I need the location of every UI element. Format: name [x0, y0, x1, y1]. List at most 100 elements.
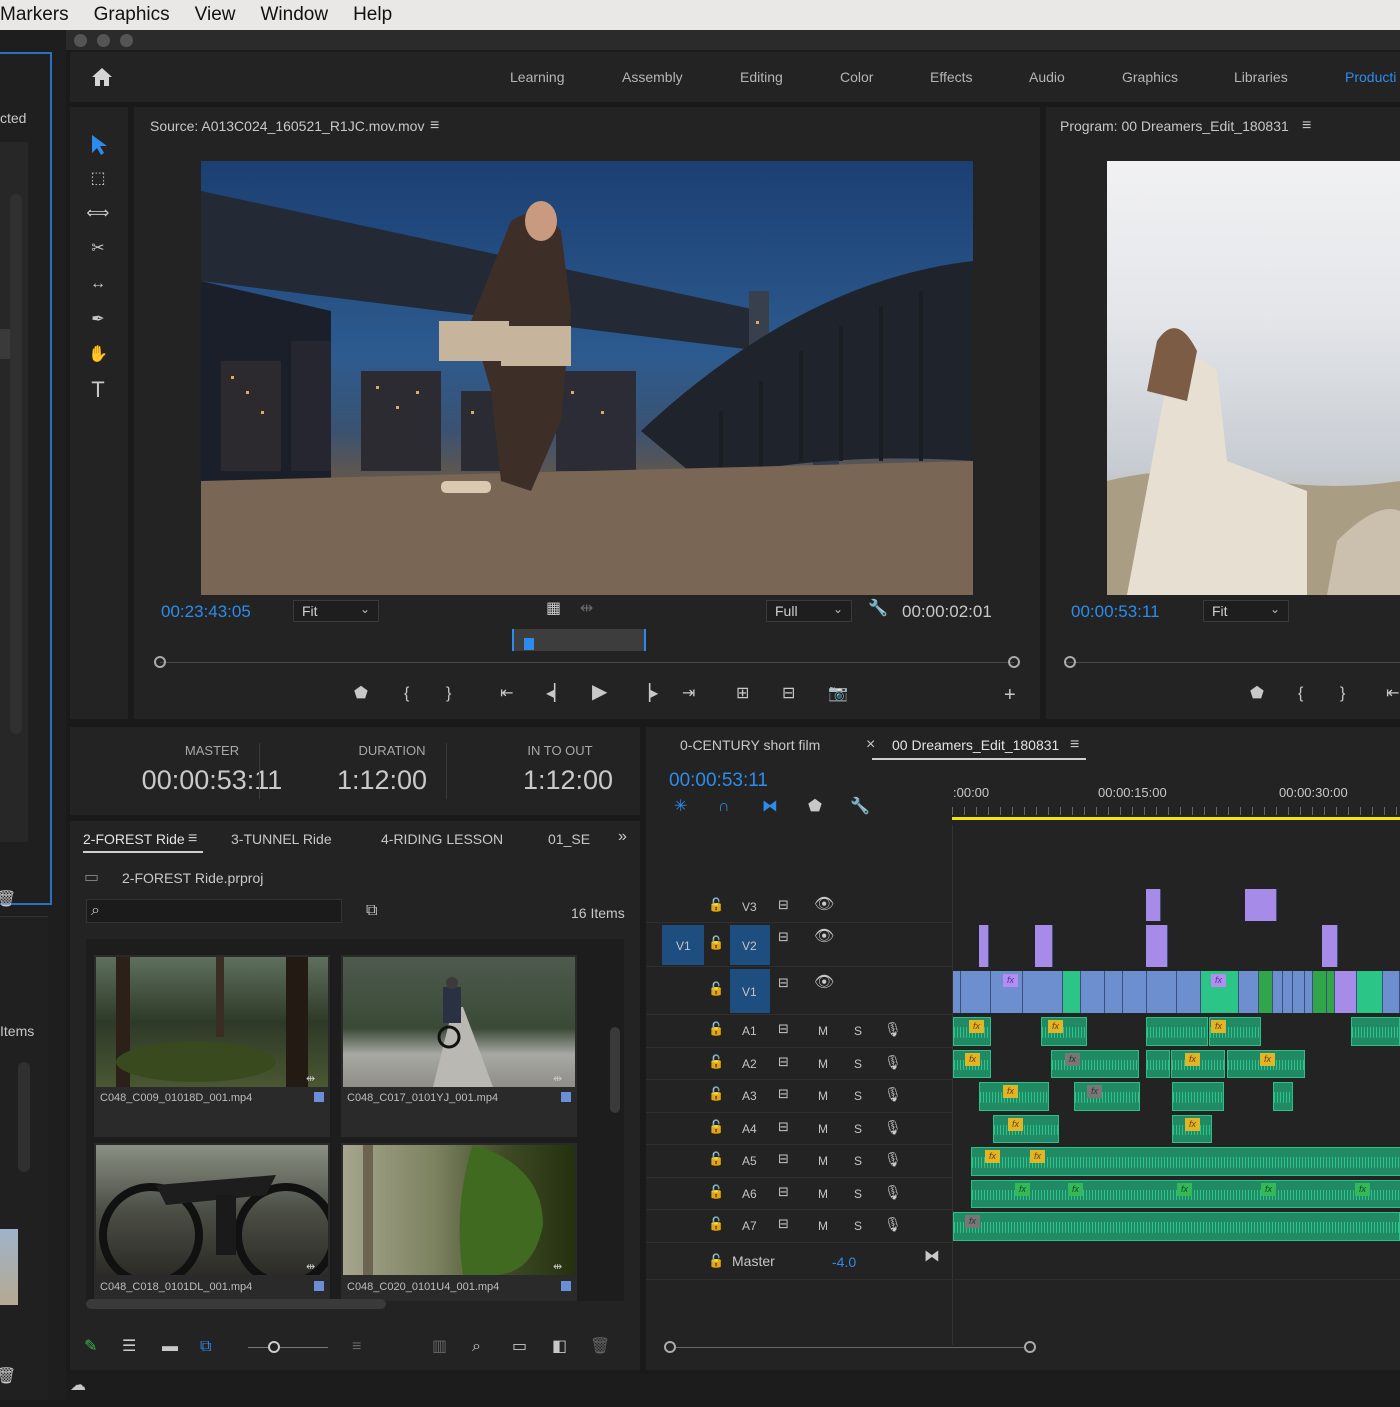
v1-clip[interactable]	[1283, 971, 1293, 1013]
audio-clip[interactable]	[953, 1212, 1400, 1241]
razor-tool-icon[interactable]: ✂	[84, 239, 112, 259]
v1-clip[interactable]	[1273, 971, 1283, 1013]
source-patch-v1[interactable]: V1	[662, 925, 704, 965]
v1-clip[interactable]	[953, 971, 961, 1013]
mute-button[interactable]: M	[818, 1219, 828, 1233]
audio-clip[interactable]	[1146, 1049, 1170, 1078]
menu-view[interactable]: View	[195, 4, 236, 26]
program-add-marker-icon[interactable]: ⬟	[1250, 684, 1264, 704]
lock-icon[interactable]: 🔓	[708, 1019, 724, 1039]
trash-icon-lower[interactable]: 🗑	[0, 1367, 16, 1387]
drag-audio-only-icon[interactable]: ⇹	[580, 599, 593, 619]
fx-badge[interactable]: fx	[985, 1150, 1000, 1163]
audio-clip[interactable]	[1146, 1017, 1208, 1046]
ws-tab-learning[interactable]: Learning	[510, 69, 565, 85]
mark-out-icon[interactable]: }	[446, 684, 451, 704]
mute-button[interactable]: M	[818, 1187, 828, 1201]
v1-clip[interactable]	[1259, 971, 1273, 1013]
microphone-icon[interactable]: 🎙	[884, 1052, 902, 1072]
lock-icon[interactable]: 🔓	[708, 1214, 724, 1234]
fx-badge[interactable]: fx	[1030, 1150, 1045, 1163]
insert-icon[interactable]: ⊞	[736, 684, 749, 704]
menu-help[interactable]: Help	[353, 4, 392, 26]
snap-icon[interactable]: ∩	[718, 797, 730, 817]
nest-icon[interactable]: ✳	[674, 797, 687, 817]
bin-vertical-scrollbar[interactable]	[610, 1027, 620, 1113]
go-to-end-icon[interactable]: ⧓	[924, 1247, 940, 1267]
sync-lock-icon[interactable]: ⊟	[778, 1019, 789, 1039]
program-monitor-title[interactable]: Program: 00 Dreamers_Edit_180831	[1060, 118, 1289, 134]
program-go-to-in-icon[interactable]: ⇤	[1386, 684, 1399, 704]
fx-badge[interactable]: fx	[1015, 1182, 1030, 1196]
audio-clip[interactable]	[1273, 1082, 1293, 1111]
program-video-frame[interactable]	[1107, 161, 1400, 595]
eye-icon[interactable]: 👁	[814, 927, 834, 947]
fx-badge[interactable]: fx	[1068, 1182, 1083, 1196]
home-icon[interactable]	[90, 66, 114, 88]
bin-search-input[interactable]: ⌕	[86, 899, 342, 923]
fx-badge[interactable]: fx	[1260, 1052, 1275, 1066]
left-scrollbar[interactable]	[10, 194, 22, 734]
close-tab-icon[interactable]: ×	[866, 735, 875, 755]
sync-lock-icon[interactable]: ⊟	[778, 895, 789, 915]
ws-tab-color[interactable]: Color	[840, 69, 873, 85]
microphone-icon[interactable]: 🎙	[884, 1117, 902, 1137]
mute-button[interactable]: M	[818, 1024, 828, 1038]
lock-icon[interactable]: 🔓	[708, 1149, 724, 1169]
timeline-scroll-start-handle[interactable]	[664, 1341, 676, 1353]
fx-badge[interactable]: fx	[1261, 1182, 1276, 1196]
step-forward-icon[interactable]: ▕▸	[638, 684, 658, 704]
v1-clip[interactable]	[1293, 971, 1305, 1013]
eye-icon[interactable]: 👁	[814, 895, 834, 915]
fx-badge[interactable]: fx	[1003, 1085, 1018, 1098]
v2-clip[interactable]	[1035, 925, 1053, 967]
mute-button[interactable]: M	[818, 1057, 828, 1071]
wrench-icon[interactable]: 🔧	[868, 599, 888, 619]
sync-lock-icon[interactable]: ⊟	[778, 1182, 789, 1202]
program-mark-in-icon[interactable]: {	[1298, 684, 1303, 704]
program-fit-dropdown[interactable]: Fit ⌄	[1203, 600, 1289, 622]
lock-icon[interactable]: 🔓	[708, 933, 724, 953]
v1-clip[interactable]	[1105, 971, 1123, 1013]
list-view-icon[interactable]: ☰	[122, 1337, 136, 1357]
audio-clip[interactable]	[1074, 1082, 1140, 1111]
find-bin-icon[interactable]: ⌕	[472, 1337, 481, 1357]
v1-clip[interactable]	[1313, 971, 1327, 1013]
sync-lock-icon[interactable]: ⊟	[778, 1052, 789, 1072]
ws-tab-production[interactable]: Producti	[1345, 69, 1396, 85]
master-lock-icon[interactable]: 🔓	[708, 1251, 724, 1271]
button-editor-icon[interactable]: +	[1004, 685, 1016, 705]
sync-lock-icon[interactable]: ⊟	[778, 1149, 789, 1169]
program-mark-out-icon[interactable]: }	[1340, 684, 1345, 704]
v1-clip[interactable]	[1123, 971, 1147, 1013]
ws-tab-libraries[interactable]: Libraries	[1234, 69, 1288, 85]
menu-window[interactable]: Window	[261, 4, 329, 26]
fx-badge[interactable]: fx	[1355, 1182, 1370, 1196]
v1-clip[interactable]	[1239, 971, 1259, 1013]
bin-tab-tunnel[interactable]: 3-TUNNEL Ride	[231, 831, 332, 847]
bin-tab-01-se[interactable]: 01_SE	[548, 831, 590, 847]
fx-badge[interactable]: fx	[1048, 1020, 1063, 1033]
v1-clip[interactable]	[1063, 971, 1081, 1013]
add-marker-icon[interactable]: ⬟	[354, 684, 368, 704]
ws-tab-graphics[interactable]: Graphics	[1122, 69, 1178, 85]
audio-clip[interactable]	[993, 1114, 1059, 1143]
timeline-horizontal-scrollbar[interactable]	[670, 1347, 1030, 1348]
label-color-swatch[interactable]	[561, 1281, 571, 1291]
fx-badge[interactable]: fx	[1003, 974, 1018, 987]
type-tool-icon[interactable]: T	[84, 379, 112, 401]
drag-video-only-icon[interactable]: ▦	[546, 599, 561, 619]
fx-badge[interactable]: fx	[1087, 1085, 1102, 1098]
ripple-edit-tool-icon[interactable]: ⟺	[84, 204, 112, 224]
sync-lock-icon[interactable]: ⊟	[778, 1084, 789, 1104]
timeline-tab-menu-icon[interactable]: ≡	[1070, 735, 1079, 755]
microphone-icon[interactable]: 🎙	[884, 1149, 902, 1169]
ws-tab-editing[interactable]: Editing	[740, 69, 783, 85]
microphone-icon[interactable]: 🎙	[884, 1084, 902, 1104]
source-monitor-title[interactable]: Source: A013C024_160521_R1JC.mov.mov	[150, 118, 424, 134]
source-playhead-timecode[interactable]: 00:23:43:05	[161, 602, 251, 622]
bin-item-card[interactable]: ⇹ C048_C020_0101U4_001.mp4	[341, 1143, 577, 1301]
fx-badge[interactable]: fx	[1185, 1117, 1200, 1131]
clear-icon[interactable]: 🗑	[590, 1337, 610, 1357]
more-tabs-chevron-icon[interactable]: »	[618, 827, 627, 847]
